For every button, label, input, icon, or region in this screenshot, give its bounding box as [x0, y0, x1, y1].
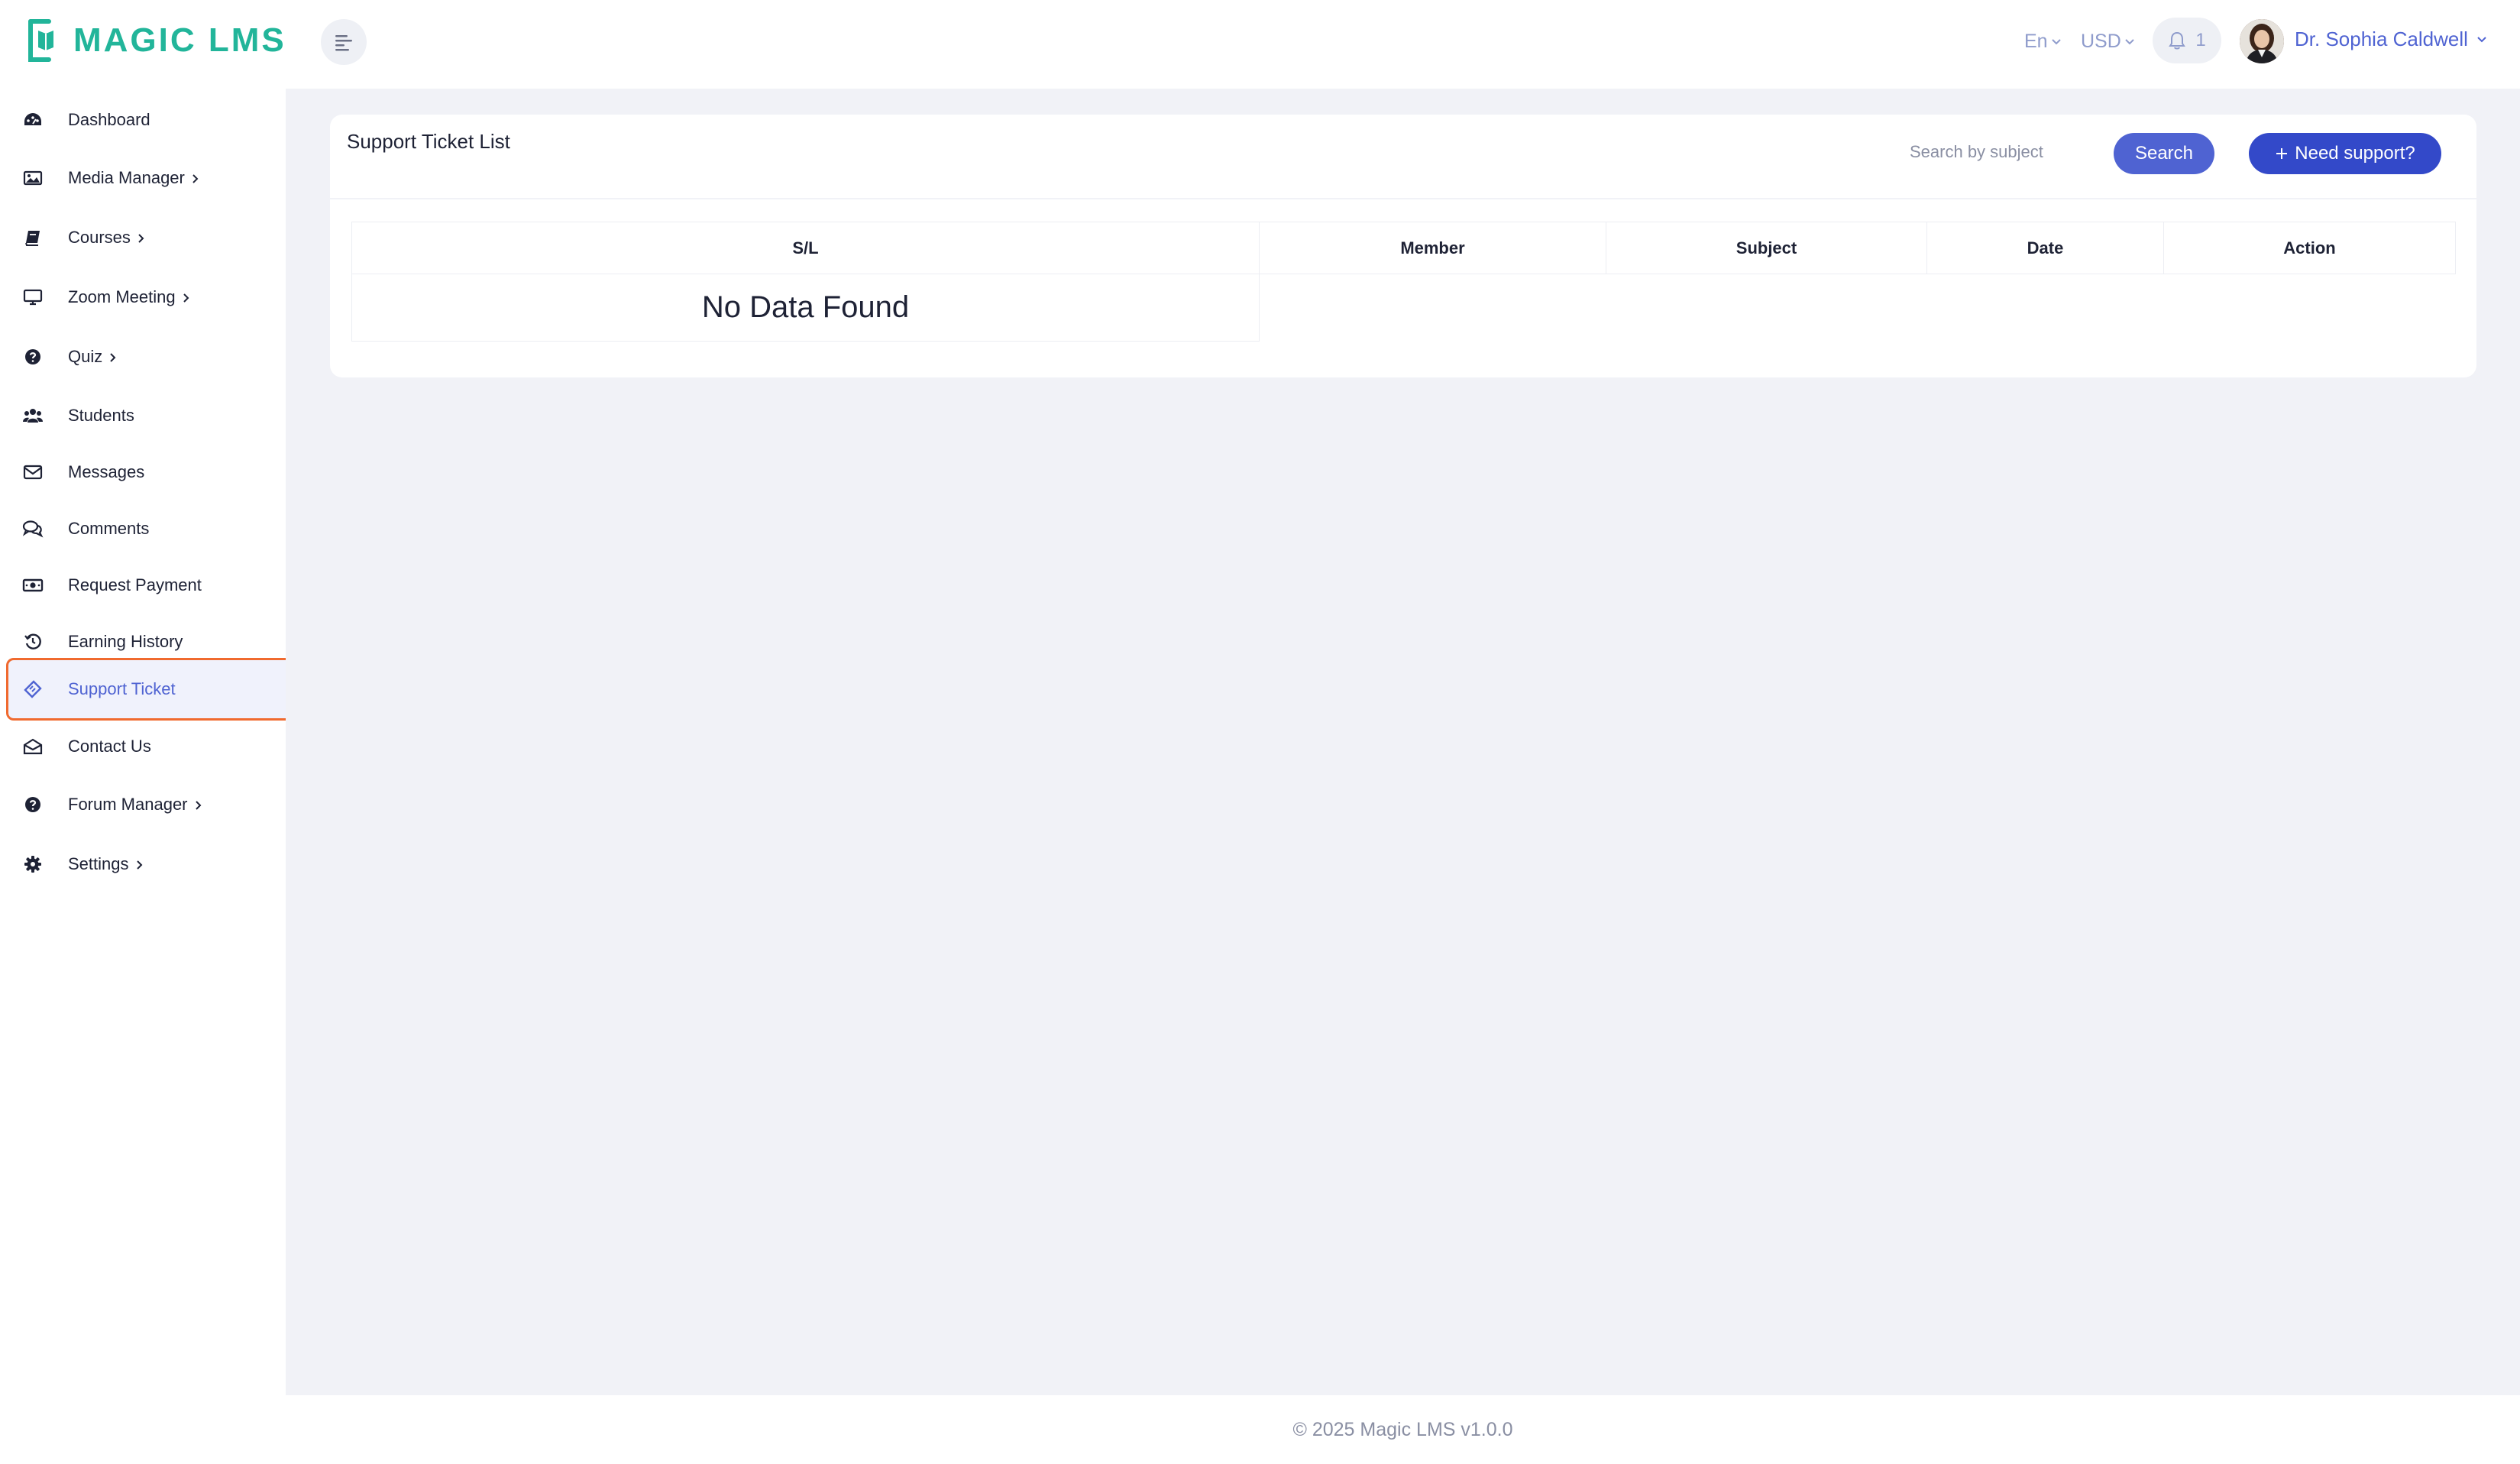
image-icon — [21, 167, 44, 189]
sidebar-item-label-wrap: Forum Manager — [68, 795, 203, 815]
column-header-date[interactable]: Date — [1926, 222, 2164, 274]
language-select[interactable]: En — [2024, 31, 2062, 53]
sidebar-item-zoom-meeting[interactable]: Zoom Meeting — [6, 266, 296, 329]
sidebar-item-messages[interactable]: Messages — [6, 441, 296, 504]
app-root: MAGIC LMS En USD 1 Dr. Sophia Caldwell D… — [0, 0, 2520, 1464]
plus-icon — [2276, 148, 2288, 159]
sidebar-item-label: Earning History — [68, 632, 183, 651]
sidebar-item-contact-us[interactable]: Contact Us — [6, 715, 296, 778]
user-menu[interactable]: Dr. Sophia Caldwell — [2295, 28, 2488, 51]
sidebar-item-label: Courses — [68, 228, 131, 247]
support-ticket-card: Support Ticket List Search Need support?… — [330, 115, 2476, 377]
column-header-member[interactable]: Member — [1259, 222, 1606, 274]
chevron-right-icon — [110, 353, 116, 362]
column-header-subject[interactable]: Subject — [1606, 222, 1927, 274]
table-row: No Data Found — [351, 274, 2456, 342]
search-button[interactable]: Search — [2114, 133, 2214, 174]
sidebar-toggle-button[interactable] — [321, 19, 367, 65]
question-circle-icon — [21, 793, 44, 816]
sidebar-item-label: Settings — [68, 854, 129, 873]
brand-name: MAGIC LMS — [73, 21, 286, 59]
need-support-label: Need support? — [2295, 143, 2415, 164]
question-circle-icon — [21, 345, 44, 368]
card-divider — [330, 198, 2476, 199]
chevron-down-icon — [2477, 36, 2486, 42]
sidebar-item-label-wrap: Courses — [68, 228, 146, 248]
sidebar-item-label: Request Payment — [68, 575, 202, 594]
notification-count: 1 — [2195, 30, 2206, 50]
sidebar-item-support-ticket[interactable]: Support Ticket — [6, 658, 296, 721]
logo-book-icon — [28, 19, 53, 62]
page-title: Support Ticket List — [347, 130, 510, 153]
top-header: MAGIC LMS En USD 1 Dr. Sophia Caldwell — [0, 0, 2520, 89]
sidebar-item-label: Students — [68, 406, 134, 425]
sidebar-item-settings[interactable]: Settings — [6, 833, 296, 896]
chevron-down-icon — [2125, 38, 2134, 44]
table-header: S/L Member Subject Date Action — [351, 222, 2456, 274]
envelope-icon — [21, 461, 44, 484]
money-icon — [21, 574, 44, 597]
table-header-row: S/L Member Subject Date Action — [351, 222, 2456, 274]
sidebar-item-quiz[interactable]: Quiz — [6, 326, 296, 388]
avatar[interactable] — [2240, 19, 2284, 63]
column-header-sl[interactable]: S/L — [351, 222, 1260, 274]
sidebar-item-dashboard[interactable]: Dashboard — [6, 89, 296, 151]
sidebar-item-label: Contact Us — [68, 737, 151, 756]
sidebar-item-label-wrap: Settings — [68, 854, 144, 874]
currency-value: USD — [2081, 31, 2121, 52]
dashboard-icon — [21, 109, 44, 131]
chevron-right-icon — [138, 234, 144, 243]
sidebar: Dashboard Media Manager Courses Zoom Mee… — [0, 89, 296, 1464]
sidebar-item-comments[interactable]: Comments — [6, 497, 296, 560]
sidebar-item-label: Media Manager — [68, 168, 185, 187]
sidebar-item-label: Support Ticket — [68, 679, 176, 698]
sidebar-item-students[interactable]: Students — [6, 384, 296, 447]
user-name: Dr. Sophia Caldwell — [2295, 28, 2468, 50]
user-photo-icon — [2240, 19, 2284, 63]
currency-select[interactable]: USD — [2081, 31, 2135, 53]
chevron-right-icon — [183, 293, 189, 303]
sidebar-item-label-wrap: Zoom Meeting — [68, 287, 191, 307]
sidebar-item-courses[interactable]: Courses — [6, 206, 296, 269]
chevron-right-icon — [195, 801, 201, 810]
chevron-right-icon — [136, 860, 142, 870]
sidebar-item-label: Dashboard — [68, 110, 150, 129]
envelope-open-icon — [21, 735, 44, 758]
brand-logo[interactable]: MAGIC LMS — [26, 17, 286, 64]
chevron-right-icon — [192, 174, 199, 183]
chevron-down-icon — [2051, 38, 2061, 44]
users-icon — [21, 404, 44, 427]
ticket-icon — [21, 678, 44, 701]
footer-copyright: © 2025 Magic LMS v1.0.0 — [1292, 1418, 1513, 1440]
sidebar-item-label: Forum Manager — [68, 795, 188, 814]
need-support-button[interactable]: Need support? — [2249, 133, 2441, 174]
menu-align-icon — [335, 35, 352, 51]
ticket-table: S/L Member Subject Date Action No Data F… — [351, 222, 2456, 342]
sidebar-item-request-payment[interactable]: Request Payment — [6, 554, 296, 617]
book-icon — [21, 226, 44, 249]
language-value: En — [2024, 31, 2048, 52]
sidebar-item-label-wrap: Media Manager — [68, 168, 200, 188]
sidebar-item-label: Zoom Meeting — [68, 287, 176, 306]
comments-icon — [21, 517, 44, 540]
sidebar-item-media-manager[interactable]: Media Manager — [6, 147, 296, 209]
column-header-action[interactable]: Action — [2163, 222, 2456, 274]
sidebar-item-forum-manager[interactable]: Forum Manager — [6, 773, 296, 836]
gear-icon — [21, 853, 44, 876]
sidebar-item-label: Messages — [68, 462, 145, 481]
footer: © 2025 Magic LMS v1.0.0 — [286, 1395, 2520, 1464]
table-body: No Data Found — [351, 274, 2456, 342]
history-icon — [21, 630, 44, 653]
sidebar-item-label: Comments — [68, 519, 150, 538]
bell-icon — [2169, 31, 2186, 50]
monitor-icon — [21, 286, 44, 309]
empty-cell — [1259, 274, 2456, 342]
notification-button[interactable]: 1 — [2153, 18, 2221, 63]
sidebar-item-label: Quiz — [68, 347, 103, 366]
sidebar-item-label-wrap: Quiz — [68, 347, 118, 367]
empty-message: No Data Found — [351, 274, 1260, 342]
